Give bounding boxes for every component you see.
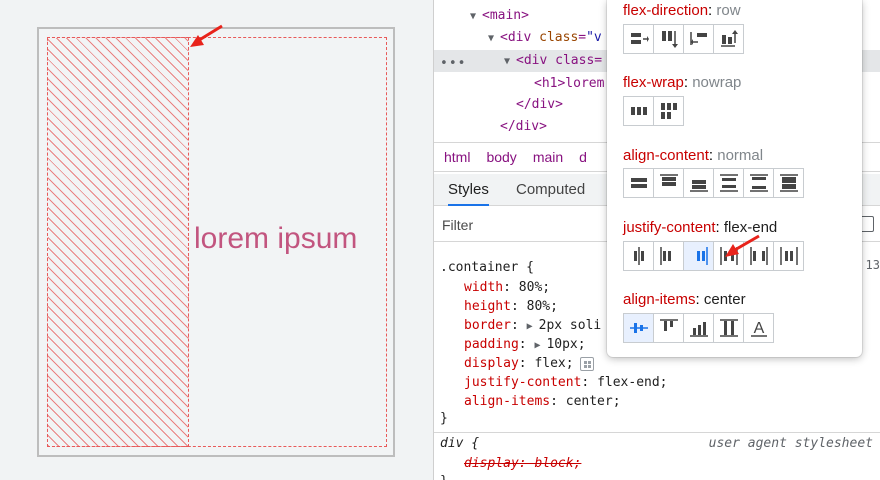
flex-wrap-buttons <box>623 96 684 126</box>
justify-content-buttons <box>623 241 804 271</box>
align-items-stretch-icon[interactable] <box>713 313 744 343</box>
align-content-flex-end-icon[interactable] <box>683 168 714 198</box>
more-options-icon[interactable]: ••• <box>440 56 466 71</box>
align-items-baseline-icon[interactable]: A <box>743 313 774 343</box>
flex-direction-column-reverse-icon[interactable] <box>713 24 744 54</box>
decl-justify-content[interactable]: justify-content: flex-end; <box>464 373 668 393</box>
flex-direction-column-icon[interactable] <box>653 24 684 54</box>
justify-content-flex-end-icon[interactable] <box>683 241 714 271</box>
flexbox-editor-popup: flex-direction: row flex-wrap: nowrap al… <box>607 0 862 357</box>
align-content-space-around-icon[interactable] <box>713 168 744 198</box>
justify-content-flex-start-icon[interactable] <box>653 241 684 271</box>
red-arrow-icon <box>190 24 223 47</box>
heading-lorem-ipsum[interactable]: lorem ipsum <box>194 199 357 279</box>
expand-triangle-icon[interactable]: ▼ <box>488 28 500 50</box>
source-line-number[interactable]: 13 <box>866 258 880 272</box>
rule-close-brace: } <box>440 472 448 480</box>
flex-direction-row-icon[interactable] <box>623 24 654 54</box>
rule-selector-container[interactable]: .container { <box>440 258 534 278</box>
dom-node-h1[interactable]: <h1>lorem <box>534 73 604 95</box>
dom-node-close-div[interactable]: </div> <box>516 94 563 116</box>
page-preview: lorem ipsum <box>0 0 433 480</box>
decl-align-items[interactable]: align-items: center; <box>464 392 621 412</box>
ua-stylesheet-label: user agent stylesheet <box>708 436 873 451</box>
flex-wrap-wrap-icon[interactable] <box>653 96 684 126</box>
flexbox-editor-icon[interactable] <box>579 356 594 371</box>
expand-triangle-icon[interactable]: ▼ <box>504 51 516 73</box>
rule-close-brace: } <box>440 411 448 426</box>
align-items-label: align-items: center <box>623 291 746 308</box>
align-content-stretch-icon[interactable] <box>773 168 804 198</box>
decl-padding[interactable]: padding: ▶ 10px; <box>464 335 586 355</box>
breadcrumb-main[interactable]: main <box>533 149 563 165</box>
align-content-center-icon[interactable] <box>623 168 654 198</box>
align-items-flex-end-icon[interactable] <box>683 313 714 343</box>
align-content-space-between-icon[interactable] <box>743 168 774 198</box>
expand-triangle-icon[interactable]: ▶ <box>534 336 546 356</box>
tab-computed[interactable]: Computed <box>516 174 585 206</box>
decl-border[interactable]: border: ▶ 2px soli <box>464 316 601 336</box>
new-rule-icon[interactable] <box>860 216 874 232</box>
breadcrumb-html[interactable]: html <box>444 149 470 165</box>
align-items-center-icon[interactable] <box>623 313 654 343</box>
flex-direction-buttons <box>623 24 744 54</box>
red-arrow-icon <box>725 234 760 257</box>
flex-container-box[interactable]: lorem ipsum <box>37 27 395 457</box>
decl-height[interactable]: height: 80%; <box>464 297 558 317</box>
dom-node-close-div[interactable]: </div> <box>500 116 547 138</box>
align-items-buttons: A <box>623 313 774 343</box>
flex-wrap-label: flex-wrap: nowrap <box>623 74 742 91</box>
justify-content-center-icon[interactable] <box>623 241 654 271</box>
align-items-flex-start-icon[interactable] <box>653 313 684 343</box>
decl-width[interactable]: width: 80%; <box>464 278 550 298</box>
decl-display[interactable]: display: flex; <box>464 354 594 374</box>
align-content-buttons <box>623 168 804 198</box>
tab-styles[interactable]: Styles <box>448 174 489 206</box>
flex-wrap-nowrap-icon[interactable] <box>623 96 654 126</box>
breadcrumb-body[interactable]: body <box>486 149 516 165</box>
expand-triangle-icon[interactable]: ▶ <box>527 317 539 337</box>
expand-triangle-icon[interactable]: ▼ <box>470 6 482 28</box>
filter-input[interactable] <box>442 214 602 236</box>
align-content-flex-start-icon[interactable] <box>653 168 684 198</box>
align-content-label: align-content: normal <box>623 147 764 164</box>
rule-selector-div[interactable]: div { <box>440 434 479 454</box>
rule-divider <box>434 432 880 433</box>
flex-direction-row-reverse-icon[interactable] <box>683 24 714 54</box>
flex-direction-label: flex-direction: row <box>623 2 741 19</box>
dom-node-div-outer[interactable]: ▼ <div class="v <box>488 27 602 49</box>
svg-text:A: A <box>753 320 764 337</box>
breadcrumb-div[interactable]: d <box>579 149 587 165</box>
decl-display-overridden[interactable]: display: block; <box>464 454 581 474</box>
dom-node-main[interactable]: ▼ <main> <box>470 5 529 27</box>
justify-content-space-evenly-icon[interactable] <box>773 241 804 271</box>
free-space-hatch <box>47 37 189 447</box>
